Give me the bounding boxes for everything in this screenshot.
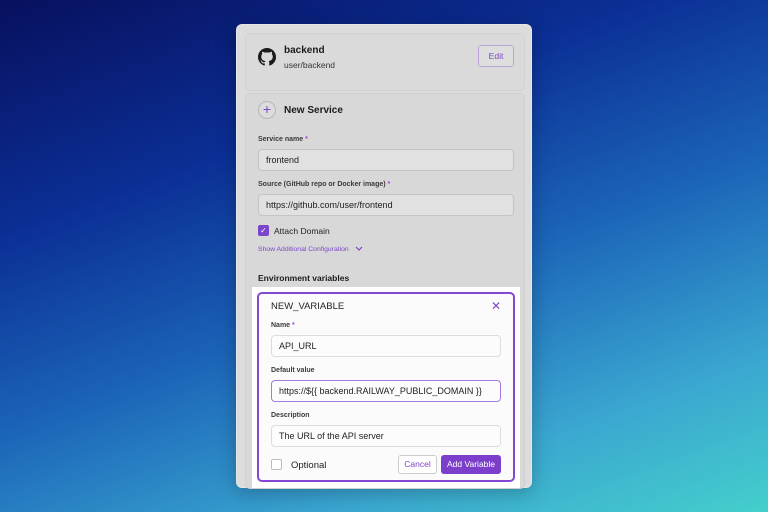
show-additional-config-link[interactable]: Show Additional Configuration (258, 246, 363, 253)
repo-card: backend user/backend Edit (245, 33, 525, 91)
attach-domain-label: Attach Domain (274, 226, 330, 236)
plus-icon[interactable]: + (258, 101, 276, 119)
attach-domain-checkbox[interactable]: ✓ (258, 225, 269, 236)
variable-name-input[interactable]: API_URL (271, 335, 501, 357)
edit-button[interactable]: Edit (478, 45, 514, 67)
github-icon (258, 48, 276, 66)
add-variable-button[interactable]: Add Variable (441, 455, 501, 474)
close-icon[interactable]: ✕ (491, 299, 501, 313)
check-icon: ✓ (260, 226, 267, 235)
cancel-button[interactable]: Cancel (398, 455, 437, 474)
description-label: Description (271, 412, 310, 419)
service-name-input[interactable]: frontend (258, 149, 514, 171)
service-title: New Service (284, 105, 343, 116)
repo-name: backend (284, 45, 325, 56)
optional-checkbox[interactable] (271, 459, 282, 470)
variable-name-label: Name * (271, 322, 295, 329)
description-input[interactable]: The URL of the API server (271, 425, 501, 447)
chevron-down-icon (355, 246, 363, 252)
variable-editor: NEW_VARIABLE ✕ Name * API_URL Default va… (257, 292, 515, 482)
default-value-label: Default value (271, 367, 315, 374)
default-value-input[interactable]: https://${{ backend.RAILWAY_PUBLIC_DOMAI… (271, 380, 501, 402)
optional-label: Optional (291, 460, 327, 471)
service-form-card: + New Service Service name * frontend So… (245, 93, 525, 489)
service-name-label: Service name * (258, 136, 308, 143)
new-service-panel: backend user/backend Edit + New Service … (236, 24, 532, 489)
source-label: Source (GitHub repo or Docker image) * (258, 181, 391, 188)
source-input[interactable]: https://github.com/user/frontend (258, 194, 514, 216)
variable-title: NEW_VARIABLE (271, 301, 345, 312)
env-variables-title: Environment variables (258, 273, 350, 283)
repo-path: user/backend (284, 60, 336, 70)
env-variables-area: NEW_VARIABLE ✕ Name * API_URL Default va… (252, 287, 520, 488)
